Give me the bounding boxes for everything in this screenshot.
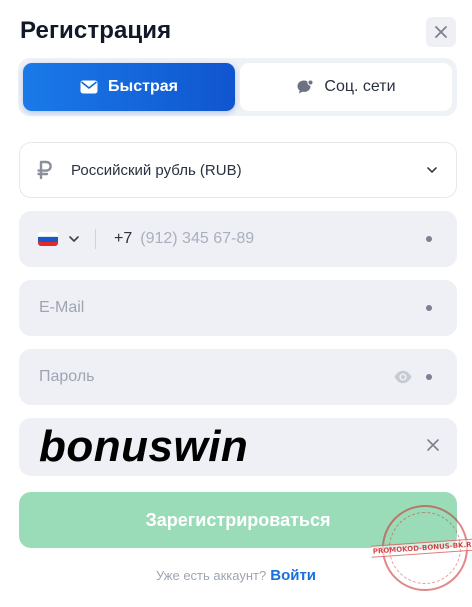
tab-social-label: Соц. сети <box>324 78 396 95</box>
email-input[interactable]: E-Mail <box>39 299 84 317</box>
currency-label: Российский рубль (RUB) <box>71 161 242 179</box>
russia-flag-icon[interactable] <box>38 232 58 246</box>
registration-tabs: Быстрая Соц. сети <box>18 58 457 116</box>
password-input[interactable]: Пароль <box>39 368 95 386</box>
chevron-down-icon <box>69 236 79 242</box>
phone-prefix: +7 <box>114 230 133 247</box>
ruble-icon <box>37 160 57 180</box>
login-prompt: Уже есть аккаунт? <box>155 568 267 583</box>
divider <box>95 229 96 249</box>
promo-code-field[interactable]: bonuswin <box>19 418 457 476</box>
close-button[interactable] <box>426 17 456 47</box>
email-field[interactable]: E-Mail <box>19 280 457 336</box>
tab-quick-label: Быстрая <box>108 78 178 95</box>
stamp-ring <box>386 509 464 587</box>
page-title: Регистрация <box>20 17 172 44</box>
promo-code-input[interactable]: bonuswin <box>39 425 248 469</box>
chat-bubble-icon <box>297 78 315 93</box>
phone-input[interactable]: (912) 345 67-89 <box>140 230 254 248</box>
password-field[interactable]: Пароль <box>19 349 457 405</box>
clear-icon[interactable] <box>426 438 440 452</box>
tab-social[interactable]: Соц. сети <box>240 63 452 111</box>
login-link[interactable]: Войти <box>270 567 316 584</box>
required-indicator <box>426 305 432 311</box>
eye-icon[interactable] <box>393 367 413 387</box>
phone-field: +7 (912) 345 67-89 <box>19 211 457 267</box>
currency-select[interactable]: Российский рубль (RUB) <box>19 142 457 198</box>
chevron-down-icon <box>427 167 437 173</box>
registration-modal: Регистрация Быстрая Соц. сети Российский… <box>0 0 472 607</box>
close-icon <box>435 26 447 38</box>
required-indicator <box>426 236 432 242</box>
required-indicator <box>426 374 432 380</box>
country-dropdown[interactable] <box>67 232 81 246</box>
tab-quick[interactable]: Быстрая <box>23 63 235 111</box>
envelope-icon <box>80 80 98 94</box>
